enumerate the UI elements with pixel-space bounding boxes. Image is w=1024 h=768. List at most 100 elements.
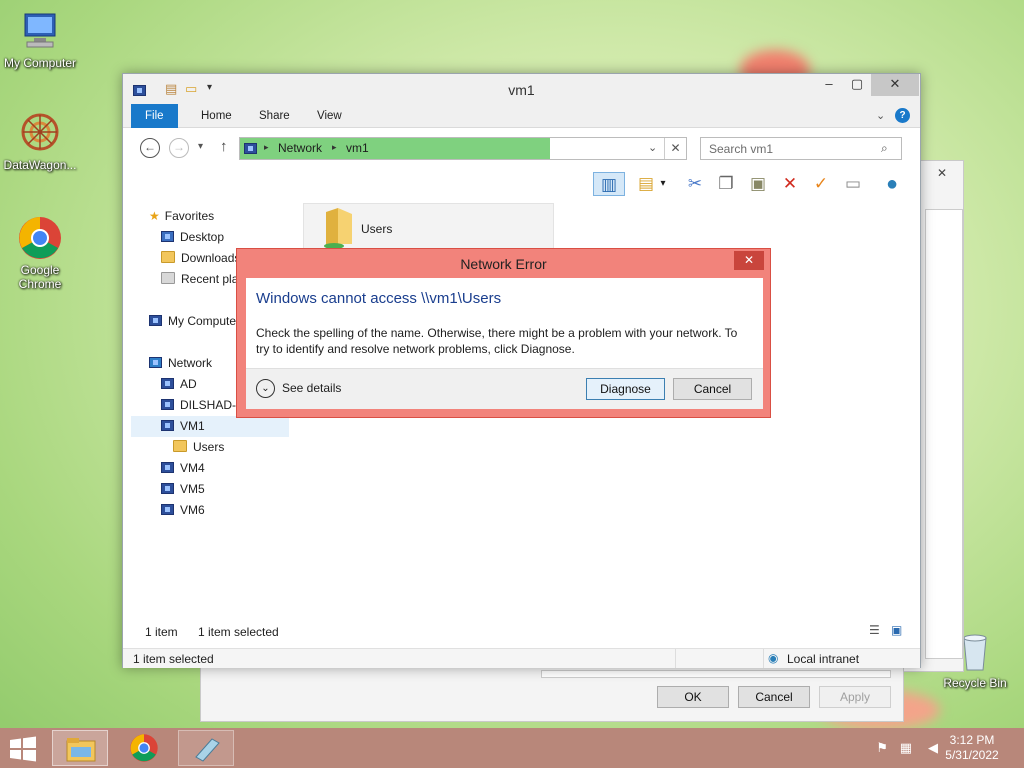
- dialog-title: Network Error: [460, 256, 547, 272]
- desktop-icon-my-computer[interactable]: My Computer: [0, 8, 80, 70]
- address-bar[interactable]: ▸ Network ▸ vm1 ⌄ ✕: [239, 137, 687, 160]
- nav-vm1[interactable]: VM1: [131, 416, 289, 437]
- dialog-close-button[interactable]: ✕: [734, 251, 764, 270]
- forward-button[interactable]: →: [169, 138, 189, 158]
- computer-icon: [17, 8, 63, 54]
- search-input[interactable]: Search vm1: [700, 137, 902, 160]
- desktop-icon-label: Recycle Bin: [943, 676, 1007, 690]
- status-divider: [763, 649, 764, 668]
- action-center-icon[interactable]: ⚑: [876, 740, 888, 756]
- clock-date: 5/31/2022: [945, 748, 999, 762]
- recent-places-icon: [161, 272, 175, 284]
- clock-time: 3:12 PM: [949, 733, 995, 747]
- cut-icon[interactable]: ✂: [682, 172, 708, 196]
- computer-icon: [161, 462, 174, 473]
- dialog-body: Windows cannot access \\vm1\Users Check …: [246, 278, 763, 409]
- nav-favorites[interactable]: ★ Favorites: [149, 206, 214, 227]
- cancel-button[interactable]: Cancel: [673, 378, 752, 400]
- windows-logo-icon: [10, 736, 36, 762]
- status-selected: 1 item selected: [133, 652, 214, 666]
- close-button[interactable]: ✕: [871, 74, 919, 96]
- background-field: [541, 670, 891, 678]
- ok-button[interactable]: OK: [657, 686, 729, 708]
- breadcrumb-vm1[interactable]: vm1: [346, 141, 369, 155]
- chevron-down-icon: ⌄: [256, 379, 275, 398]
- delete-icon[interactable]: ✕: [777, 172, 803, 196]
- diagnose-button[interactable]: Diagnose: [586, 378, 665, 400]
- desktop-icon-datawagon[interactable]: DataWagon...: [0, 110, 80, 172]
- taskbar-app[interactable]: [178, 730, 234, 766]
- address-row: ← → ▾ ↑ ▸ Network ▸ vm1 ⌄ ✕ Search vm1 ⌕: [123, 128, 920, 168]
- close-icon[interactable]: ✕: [925, 163, 959, 183]
- apply-button[interactable]: Apply: [819, 686, 891, 708]
- preview-pane-icon[interactable]: ▥: [593, 172, 625, 196]
- item-count: 1 item: [145, 625, 178, 639]
- intranet-icon: ◉: [768, 651, 779, 665]
- computer-icon: [161, 399, 174, 410]
- selection-count: 1 item selected: [198, 625, 279, 639]
- tab-share[interactable]: Share: [245, 104, 304, 128]
- shared-folder-icon: [324, 208, 352, 248]
- copy-icon[interactable]: ❐: [713, 172, 739, 196]
- nav-vm5[interactable]: VM5: [161, 479, 205, 500]
- background-dialog-footer: OK Cancel Apply: [200, 668, 904, 722]
- large-icons-view-icon[interactable]: ▣: [891, 623, 902, 637]
- tab-home[interactable]: Home: [187, 104, 246, 128]
- chrome-icon: [17, 215, 63, 261]
- dialog-main-instruction: Windows cannot access \\vm1\Users: [256, 290, 502, 307]
- file-explorer-icon: [66, 738, 96, 762]
- downloads-icon: [161, 251, 175, 263]
- datawagon-icon: [17, 110, 63, 156]
- dropdown-icon[interactable]: ▾: [657, 172, 669, 196]
- window-title: vm1: [508, 82, 535, 98]
- nav-network[interactable]: Network: [149, 353, 212, 374]
- start-button[interactable]: [8, 736, 38, 762]
- tab-view[interactable]: View: [303, 104, 356, 128]
- network-tray-icon[interactable]: ▦: [900, 740, 912, 756]
- nav-vm6[interactable]: VM6: [161, 500, 205, 521]
- item-name: Users: [361, 222, 393, 236]
- folder-options-icon[interactable]: ▤: [633, 172, 659, 196]
- globe-icon[interactable]: ●: [879, 172, 905, 196]
- nav-desktop[interactable]: Desktop: [161, 227, 224, 248]
- clear-address-icon[interactable]: ✕: [664, 138, 686, 159]
- taskbar-file-explorer[interactable]: [52, 730, 108, 766]
- nav-ad[interactable]: AD: [161, 374, 197, 395]
- computer-icon: [149, 315, 162, 326]
- maximize-button[interactable]: ▢: [843, 74, 871, 96]
- tab-file[interactable]: File: [131, 104, 178, 128]
- cancel-button[interactable]: Cancel: [738, 686, 810, 708]
- title-bar[interactable]: ▤ ▭ ▾ vm1 – ▢ ✕: [123, 74, 920, 104]
- computer-icon: [161, 420, 174, 431]
- clock[interactable]: 3:12 PM 5/31/2022: [942, 733, 1002, 763]
- help-icon[interactable]: ?: [895, 108, 910, 123]
- computer-icon: [161, 378, 174, 389]
- volume-muted-icon[interactable]: ◀: [928, 740, 938, 756]
- nav-vm4[interactable]: VM4: [161, 458, 205, 479]
- list-item[interactable]: Users: [303, 203, 554, 251]
- search-icon: ⌕: [881, 141, 888, 155]
- background-window-panel: [925, 209, 963, 659]
- paste-icon[interactable]: ▣: [745, 172, 771, 196]
- recent-locations-icon[interactable]: ▾: [198, 141, 203, 152]
- check-icon[interactable]: ✓: [808, 172, 834, 196]
- zone-label: Local intranet: [787, 652, 860, 666]
- ribbon: File Home Share View ⌄ ?: [123, 104, 920, 128]
- taskbar-chrome[interactable]: [116, 730, 172, 766]
- computer-icon: [161, 504, 174, 515]
- rename-icon[interactable]: ▭: [840, 172, 866, 196]
- dialog-footer: ⌄ See details Diagnose Cancel: [246, 368, 763, 409]
- see-details-label: See details: [282, 381, 342, 395]
- users-folder-icon: [173, 440, 187, 452]
- minimize-button[interactable]: –: [815, 74, 843, 96]
- expand-ribbon-icon[interactable]: ⌄: [876, 109, 885, 122]
- address-dropdown-icon[interactable]: ⌄: [648, 141, 657, 154]
- network-error-dialog[interactable]: Network Error ✕ Windows cannot access \\…: [236, 248, 771, 418]
- back-button[interactable]: ←: [140, 138, 160, 158]
- taskbar: ⚑ ▦ ◀ 3:12 PM 5/31/2022: [0, 728, 1024, 768]
- breadcrumb-network[interactable]: Network: [278, 141, 322, 155]
- details-view-icon[interactable]: ☰: [869, 623, 880, 637]
- up-button[interactable]: ↑: [220, 138, 228, 155]
- desktop-icon-chrome[interactable]: Google Chrome: [0, 215, 80, 291]
- nav-users[interactable]: Users: [173, 437, 224, 458]
